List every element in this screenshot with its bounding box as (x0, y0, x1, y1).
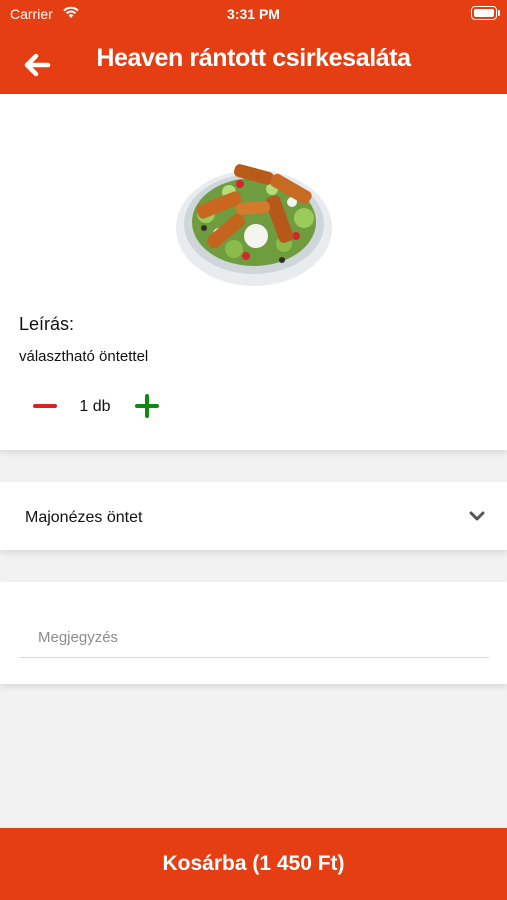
quantity-value: 1 db (79, 398, 111, 415)
notes-input[interactable] (20, 618, 489, 658)
status-bar: Carrier 3:31 PM (0, 0, 507, 28)
add-to-cart-button[interactable]: Kosárba (1 450 Ft) (0, 828, 507, 900)
page-title: Heaven rántott csirkesaláta (96, 44, 411, 72)
product-image (176, 164, 332, 286)
product-card: Leírás: választható öntettel 1 db (0, 94, 507, 450)
status-time: 3:31 PM (227, 6, 280, 22)
notes-card (0, 582, 507, 684)
description-label: Leírás: (19, 314, 75, 334)
app-header: Carrier 3:31 PM Heaven rántott csirkesal… (0, 0, 507, 94)
battery-icon (471, 6, 500, 20)
chevron-down-icon (469, 511, 485, 521)
increase-quantity-button[interactable] (135, 394, 159, 418)
arrow-left-icon[interactable] (20, 48, 54, 82)
dressing-select[interactable]: Majonézes öntet (0, 482, 507, 550)
dressing-selected-value: Majonézes öntet (25, 509, 143, 526)
decrease-quantity-button[interactable] (33, 394, 57, 418)
add-to-cart-label: Kosárba (1 450 Ft) (162, 852, 345, 875)
description-text: választható öntettel (19, 348, 149, 365)
